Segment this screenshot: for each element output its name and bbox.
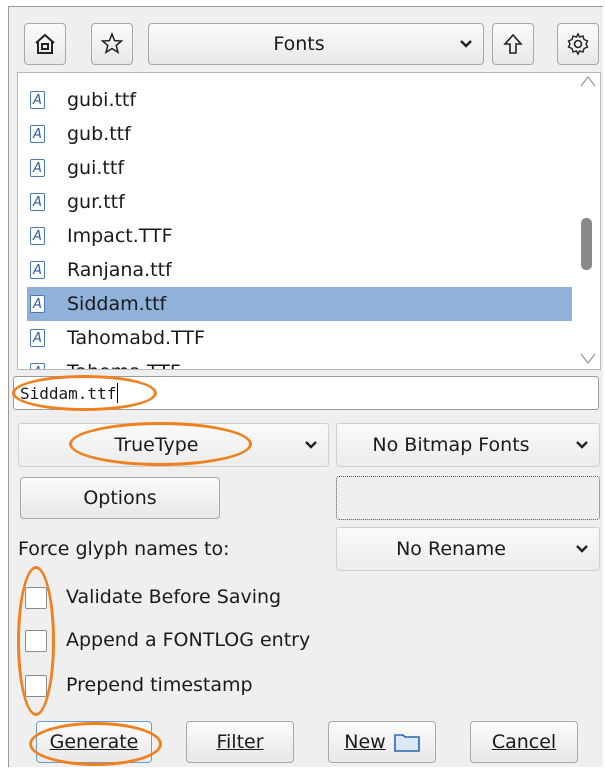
glyph-names-label: Force glyph names to: xyxy=(18,538,230,560)
validate-checkbox[interactable] xyxy=(25,587,47,609)
font-file-icon: A xyxy=(30,193,45,211)
fontlog-checkbox-label: Append a FONTLOG entry xyxy=(66,629,311,651)
file-list-item[interactable]: A Impact.TTF xyxy=(27,219,572,253)
font-file-icon: A xyxy=(30,363,45,369)
new-folder-button-label: New xyxy=(344,731,386,753)
file-name: Impact.TTF xyxy=(67,225,173,247)
glyph-names-select[interactable]: No Rename xyxy=(336,527,600,571)
outline-format-value: TrueType xyxy=(114,434,199,456)
file-list-scrollbar[interactable] xyxy=(578,73,600,369)
options-button-label: Options xyxy=(83,487,157,509)
filename-input[interactable]: Siddam.ttf xyxy=(13,376,599,410)
file-list-item[interactable]: Agub.ttf xyxy=(27,117,572,151)
font-file-icon: A xyxy=(30,261,45,279)
bitmap-options-placeholder xyxy=(336,476,600,520)
filename-input-value: Siddam.ttf xyxy=(20,383,117,403)
font-file-icon: A xyxy=(30,125,45,143)
folder-select-value: Fonts xyxy=(273,33,325,55)
fontlog-checkbox[interactable] xyxy=(25,630,47,652)
up-arrow-icon xyxy=(503,33,523,54)
file-list-item[interactable]: Agur.ttf xyxy=(27,185,572,219)
file-list-item[interactable]: Agubi.ttf xyxy=(27,83,572,117)
scroll-down-arrow-icon[interactable] xyxy=(580,353,596,365)
file-name: Siddam.ttf xyxy=(67,293,167,315)
star-icon xyxy=(100,32,124,54)
chevron-down-icon xyxy=(449,39,483,49)
chevron-down-icon xyxy=(565,440,599,450)
file-list-item[interactable]: A Tahoma.TTF xyxy=(27,355,572,369)
generate-button[interactable]: Generate xyxy=(36,721,152,763)
chevron-down-icon xyxy=(294,440,328,450)
scroll-up-arrow-icon[interactable] xyxy=(580,75,596,87)
generate-button-label: Generate xyxy=(49,731,139,753)
cancel-button[interactable]: Cancel xyxy=(470,721,578,763)
file-name: gui.ttf xyxy=(67,157,125,179)
validate-checkbox-label: Validate Before Saving xyxy=(66,586,282,608)
file-list-item[interactable]: A Ranjana.ttf xyxy=(27,253,572,287)
font-file-icon: A xyxy=(30,159,45,177)
home-icon xyxy=(35,33,55,54)
font-file-icon: A xyxy=(30,227,45,245)
home-button[interactable] xyxy=(24,23,66,65)
file-list[interactable]: Agubi.ttf Agub.ttf Agui.ttf Agur.ttf A Impact… xyxy=(17,72,601,370)
bookmark-button[interactable] xyxy=(91,23,133,65)
bitmap-format-value: No Bitmap Fonts xyxy=(372,434,530,456)
text-caret xyxy=(117,383,119,403)
font-file-icon: A xyxy=(30,295,45,313)
chevron-down-icon xyxy=(565,544,599,554)
outline-format-select[interactable]: TrueType xyxy=(18,423,329,467)
font-file-icon: A xyxy=(30,329,45,347)
filter-button-label: Filter xyxy=(216,731,264,753)
scrollbar-thumb[interactable] xyxy=(581,218,592,270)
gear-icon xyxy=(567,32,589,56)
file-name: Ranjana.ttf xyxy=(67,259,172,281)
font-file-icon: A xyxy=(30,91,45,109)
file-name: gur.ttf xyxy=(67,191,125,213)
glyph-names-value: No Rename xyxy=(396,538,506,560)
bitmap-format-select[interactable]: No Bitmap Fonts xyxy=(336,423,600,467)
up-folder-button[interactable] xyxy=(492,23,534,65)
file-list-item[interactable]: A Siddam.ttf xyxy=(27,287,572,321)
folder-select[interactable]: Fonts xyxy=(148,23,484,65)
settings-button[interactable] xyxy=(557,23,599,65)
options-button[interactable]: Options xyxy=(20,477,220,519)
folder-icon xyxy=(393,734,420,752)
file-name: gubi.ttf xyxy=(67,89,137,111)
new-folder-button[interactable]: New xyxy=(328,721,436,763)
filter-button[interactable]: Filter xyxy=(186,721,294,763)
file-list-item[interactable]: A Tahomabd.TTF xyxy=(27,321,572,355)
timestamp-checkbox-label: Prepend timestamp xyxy=(66,674,253,696)
cancel-button-label: Cancel xyxy=(491,731,557,753)
timestamp-checkbox[interactable] xyxy=(25,675,47,697)
file-list-item[interactable]: Agui.ttf xyxy=(27,151,572,185)
file-name: Tahoma.TTF xyxy=(67,361,181,369)
file-name: Tahomabd.TTF xyxy=(67,327,205,349)
file-name: gub.ttf xyxy=(67,123,131,145)
